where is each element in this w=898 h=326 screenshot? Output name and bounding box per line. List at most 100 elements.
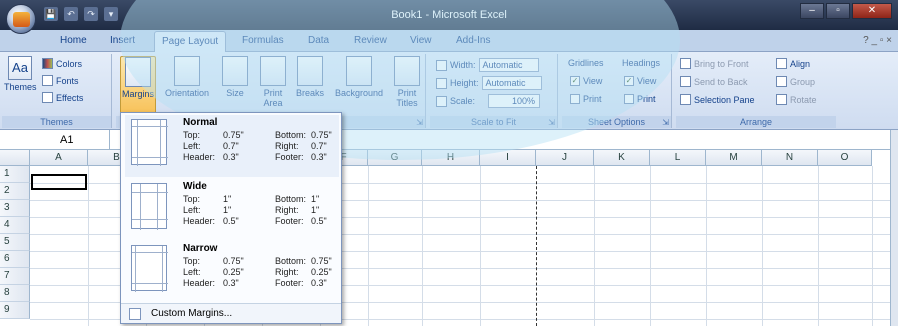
background-icon	[346, 56, 372, 86]
print-titles-icon	[394, 56, 420, 86]
margin-option-narrow[interactable]: Narrow Top: 0.75" Bottom: 0.75" Left: 0.…	[125, 241, 339, 303]
print-area-icon	[260, 56, 286, 86]
tab-add-ins[interactable]: Add-Ins	[456, 35, 490, 46]
width-dropdown[interactable]: Automatic	[478, 58, 539, 72]
option-title: Narrow	[183, 243, 218, 254]
help-icon[interactable]: ? _ ▫ ×	[863, 35, 892, 46]
row-header[interactable]: 8	[0, 285, 30, 302]
option-title: Wide	[183, 181, 207, 192]
window-title: Book1 - Microsoft Excel	[391, 9, 507, 21]
send-to-back-button[interactable]: Send to Back	[680, 76, 748, 87]
colors-icon	[42, 58, 53, 69]
title-bar: 💾 ↶ ↷ ▾ Book1 - Microsoft Excel – ▫ ✕	[0, 0, 898, 30]
checkbox-checked-icon: ✓	[624, 76, 634, 86]
tab-insert[interactable]: Insert	[110, 35, 135, 46]
row-header[interactable]: 2	[0, 183, 30, 200]
margins-icon	[125, 57, 151, 87]
column-header[interactable]: L	[650, 150, 706, 166]
margins-button[interactable]: Margins	[120, 56, 156, 114]
tab-data[interactable]: Data	[308, 35, 329, 46]
checkbox-checked-icon: ✓	[570, 76, 580, 86]
breaks-button[interactable]: Breaks	[292, 56, 328, 98]
tab-review[interactable]: Review	[354, 35, 387, 46]
row-header[interactable]: 5	[0, 234, 30, 251]
bring-to-front-button[interactable]: Bring to Front	[680, 58, 749, 69]
page-break-line	[536, 166, 537, 326]
dialog-launcher-icon[interactable]: ⇲	[662, 118, 669, 127]
column-header[interactable]: K	[594, 150, 650, 166]
vertical-scrollbar[interactable]	[890, 130, 898, 326]
margin-option-normal[interactable]: Normal Top: 0.75" Bottom: 0.75" Left: 0.…	[125, 115, 339, 177]
active-cell-a1[interactable]	[31, 174, 87, 190]
row-header[interactable]: 1	[0, 166, 30, 183]
scale-icon	[436, 95, 447, 107]
headings-print[interactable]: Print	[624, 94, 656, 104]
margins-dropdown: Normal Top: 0.75" Bottom: 0.75" Left: 0.…	[120, 112, 342, 324]
option-title: Normal	[183, 117, 218, 128]
tab-home[interactable]: Home	[60, 35, 87, 46]
column-header[interactable]: N	[762, 150, 818, 166]
background-button[interactable]: Background	[330, 56, 388, 98]
margin-option-wide[interactable]: Wide Top: 1" Bottom: 1" Left: 1" Right: …	[125, 179, 339, 241]
gridline	[872, 166, 873, 326]
width-icon	[436, 59, 447, 71]
dialog-launcher-icon[interactable]: ⇲	[416, 118, 423, 127]
send-back-icon	[680, 76, 691, 87]
rotate-button[interactable]: Rotate	[776, 94, 817, 105]
custom-margins-item[interactable]: Custom Margins...	[121, 303, 341, 323]
themes-group: Aa Themes Colors Fonts Effects Themes	[2, 54, 112, 128]
custom-margins-icon	[129, 308, 141, 320]
select-all-corner[interactable]	[0, 150, 30, 166]
scale-spinner[interactable]: 100%	[488, 94, 541, 108]
gridline	[422, 166, 423, 326]
align-button[interactable]: Align	[776, 58, 810, 69]
row-header[interactable]: 3	[0, 200, 30, 217]
dialog-launcher-icon[interactable]: ⇲	[548, 118, 555, 127]
size-button[interactable]: Size	[220, 56, 250, 98]
column-header[interactable]: J	[536, 150, 594, 166]
normal-margins-icon	[131, 119, 168, 166]
office-logo-icon	[13, 12, 30, 27]
headings-view[interactable]: ✓ View	[624, 76, 656, 86]
fonts-button[interactable]: Fonts	[42, 75, 79, 86]
themes-button[interactable]: Aa Themes	[4, 56, 37, 92]
name-box[interactable]: A1	[0, 130, 110, 149]
rotate-icon	[776, 94, 787, 105]
close-button[interactable]: ✕	[852, 3, 892, 19]
minimize-button[interactable]: –	[800, 3, 824, 19]
tab-page-layout[interactable]: Page Layout	[154, 31, 227, 53]
gridlines-print[interactable]: Print	[570, 94, 602, 104]
group-icon	[776, 76, 787, 87]
sheet-options-group: Gridlines Headings ✓ View ✓ View Print Pri…	[562, 54, 672, 128]
column-header[interactable]: I	[480, 150, 536, 166]
row-header[interactable]: 6	[0, 251, 30, 268]
selection-pane-button[interactable]: Selection Pane	[680, 94, 755, 105]
headings-header: Headings	[622, 58, 661, 68]
print-titles-button[interactable]: Print Titles	[390, 56, 424, 108]
tab-view[interactable]: View	[410, 35, 432, 46]
group-label: Sheet Options	[562, 116, 671, 128]
orientation-icon	[174, 56, 200, 86]
office-button[interactable]	[6, 4, 36, 34]
gridlines-view[interactable]: ✓ View	[570, 76, 602, 86]
row-header[interactable]: 9	[0, 302, 30, 319]
group-button[interactable]: Group	[776, 76, 815, 87]
column-header[interactable]: H	[422, 150, 480, 166]
tab-formulas[interactable]: Formulas	[242, 35, 284, 46]
gridline	[706, 166, 707, 326]
gridline	[594, 166, 595, 326]
column-header[interactable]: G	[368, 150, 422, 166]
column-header[interactable]: O	[818, 150, 872, 166]
orientation-button[interactable]: Orientation	[162, 56, 212, 98]
gridlines-header: Gridlines	[568, 58, 604, 68]
row-header[interactable]: 4	[0, 217, 30, 234]
column-header[interactable]: M	[706, 150, 762, 166]
effects-button[interactable]: Effects	[42, 92, 83, 103]
print-area-button[interactable]: Print Area	[256, 56, 290, 108]
row-header[interactable]: 7	[0, 268, 30, 285]
height-dropdown[interactable]: Automatic	[481, 76, 542, 90]
column-header[interactable]: A	[30, 150, 88, 166]
maximize-button[interactable]: ▫	[826, 3, 850, 19]
colors-button[interactable]: Colors	[42, 58, 82, 69]
group-label: Themes	[2, 116, 111, 128]
